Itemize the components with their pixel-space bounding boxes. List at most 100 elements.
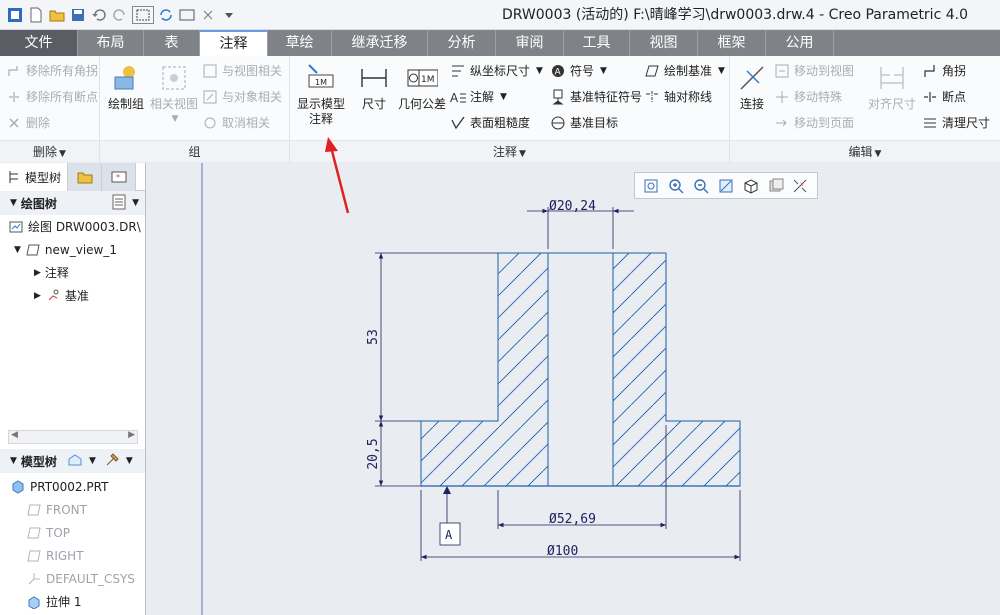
tab-tools[interactable]: 工具: [564, 30, 630, 56]
svg-text:20,5: 20,5: [366, 438, 381, 469]
show-menu-icon[interactable]: [112, 194, 126, 213]
collapse-icon: ▼: [10, 456, 17, 466]
display-style-icon[interactable]: [742, 177, 760, 195]
save-icon[interactable]: [69, 6, 87, 24]
tab-layout[interactable]: 布局: [78, 30, 144, 56]
tab-model-tree[interactable]: 模型树: [0, 163, 69, 191]
model-tree-header[interactable]: ▼ 模型树 ▼ ▼: [0, 449, 145, 473]
tools-icon[interactable]: [104, 452, 120, 471]
align-dimensions-button[interactable]: 对齐尺寸: [866, 62, 918, 112]
group-label-edit[interactable]: 编辑 ▼: [730, 140, 1000, 162]
tab-annotate[interactable]: 注释: [200, 30, 268, 56]
tree-item-datums[interactable]: ▶ 基准: [0, 284, 145, 307]
remove-all-breaks-button[interactable]: 移除所有断点: [6, 88, 98, 105]
layers-icon[interactable]: [767, 177, 785, 195]
tab-analysis[interactable]: 分析: [428, 30, 496, 56]
red-pointer-arrow: [325, 137, 350, 214]
delete-icon: [6, 115, 22, 131]
datum-feature-symbol-button[interactable]: 基准特征符号: [550, 88, 642, 105]
tab-file[interactable]: 文件: [0, 30, 78, 56]
dimension-height-total[interactable]: 53: [366, 252, 498, 422]
tab-favorites[interactable]: *: [102, 163, 137, 191]
datum-feature-a[interactable]: A: [439, 486, 461, 546]
move-to-page-icon: [774, 115, 790, 131]
object-related-icon: [202, 89, 218, 105]
datum-target-button[interactable]: 基准目标: [550, 114, 618, 131]
move-special-button[interactable]: 移动特殊: [774, 88, 842, 105]
zoom-out-icon[interactable]: [692, 177, 710, 195]
surface-finish-button[interactable]: 表面粗糙度: [450, 114, 530, 131]
dimension-button[interactable]: 尺寸: [356, 62, 392, 112]
svg-text:Ø20,24: Ø20,24: [549, 199, 596, 214]
window-icon[interactable]: [178, 6, 196, 24]
tab-frame[interactable]: 框架: [698, 30, 766, 56]
more-icon[interactable]: [220, 6, 238, 24]
tree-item-drawing[interactable]: 绘图 DRW0003.DR\: [0, 215, 145, 238]
open-icon[interactable]: [48, 6, 66, 24]
symbol-button[interactable]: A 符号 ▼: [550, 62, 607, 79]
tree-horizontal-scrollbar[interactable]: ◀ ▶: [8, 430, 138, 444]
delete-button[interactable]: 删除: [6, 114, 50, 131]
view-icon: [25, 242, 41, 258]
jog-button[interactable]: 角拐: [922, 62, 966, 79]
tab-common[interactable]: 公用: [766, 30, 834, 56]
tree-item-view[interactable]: ▼ new_view_1: [0, 238, 145, 261]
cleanup-dimensions-button[interactable]: 清理尺寸: [922, 114, 990, 131]
tab-view[interactable]: 视图: [630, 30, 698, 56]
tree-item-front[interactable]: FRONT: [0, 498, 145, 521]
tree-item-part[interactable]: PRT0002.PRT: [0, 475, 145, 498]
drawing-canvas[interactable]: Ø20,24 53 20,5 A Ø52,69 Ø100: [147, 163, 1000, 615]
undo-icon[interactable]: [90, 6, 108, 24]
app-icon[interactable]: [6, 6, 24, 24]
section-view[interactable]: [420, 252, 741, 487]
select-box-icon[interactable]: [132, 5, 154, 24]
tab-folder-browser[interactable]: [68, 163, 103, 191]
move-to-page-button[interactable]: 移动到页面: [774, 114, 854, 131]
geometric-tolerance-button[interactable]: 1M 几何公差: [394, 62, 450, 112]
repaint-icon[interactable]: [717, 177, 735, 195]
tree-item-default-csys[interactable]: DEFAULT_CSYS: [0, 567, 145, 590]
tab-sketch[interactable]: 草绘: [268, 30, 332, 56]
remove-all-jogs-button[interactable]: 移除所有角拐: [6, 62, 98, 79]
group-label-delete[interactable]: 删除 ▼: [0, 140, 99, 162]
folder-icon: [77, 169, 93, 185]
axis-of-symmetry-button[interactable]: 轴对称线: [644, 88, 712, 105]
tree-item-top[interactable]: TOP: [0, 521, 145, 544]
show-model-annotations-button[interactable]: 1M 显示模型注释: [292, 62, 350, 127]
tree-item-extrude-1[interactable]: 拉伸 1: [0, 590, 145, 613]
unrelate-button[interactable]: 取消相关: [202, 114, 270, 131]
note-button[interactable]: A 注解 ▼: [450, 88, 507, 105]
drawing-icon: [8, 219, 24, 235]
object-related-button[interactable]: 与对象相关: [202, 88, 282, 105]
tree-item-annotations[interactable]: ▶ 注释: [0, 261, 145, 284]
model-tree-settings-icon[interactable]: [67, 453, 83, 470]
connect-button[interactable]: 连接: [734, 62, 770, 112]
regenerate-icon[interactable]: [157, 6, 175, 24]
drawing-tree-header[interactable]: ▼ 绘图树 ▼: [0, 191, 145, 215]
tab-review[interactable]: 审阅: [496, 30, 564, 56]
related-view-button[interactable]: 相关视图 ▼: [150, 62, 198, 127]
new-icon[interactable]: [27, 6, 45, 24]
move-to-view-button[interactable]: 移动到视图: [774, 62, 854, 79]
dimension-height-base[interactable]: 20,5: [366, 421, 421, 487]
cleanup-dimensions-icon: [922, 115, 938, 131]
datum-plane-icon: [26, 502, 42, 518]
part-icon: [10, 479, 26, 495]
tab-table[interactable]: 表: [144, 30, 200, 56]
close-window-icon[interactable]: [199, 6, 217, 24]
collapse-icon: ▼: [10, 198, 17, 208]
sketch-datum-button[interactable]: 绘制基准 ▼: [644, 62, 725, 79]
view-related-button[interactable]: 与视图相关: [202, 62, 282, 79]
dimension-top-diameter[interactable]: Ø20,24: [527, 199, 634, 249]
tree-item-right[interactable]: RIGHT: [0, 544, 145, 567]
ordinate-dimension-button[interactable]: 纵坐标尺寸 ▼: [450, 62, 543, 79]
break-button[interactable]: 断点: [922, 88, 966, 105]
align-dimensions-icon: [876, 62, 908, 94]
refit-icon[interactable]: [642, 177, 660, 195]
tab-legacy-migration[interactable]: 继承迁移: [332, 30, 428, 56]
redo-icon[interactable]: [111, 6, 129, 24]
zoom-in-icon[interactable]: [667, 177, 685, 195]
datum-display-icon[interactable]: x: [791, 177, 809, 195]
draw-group-button[interactable]: 绘制组: [106, 62, 146, 112]
connect-icon: [736, 62, 768, 94]
